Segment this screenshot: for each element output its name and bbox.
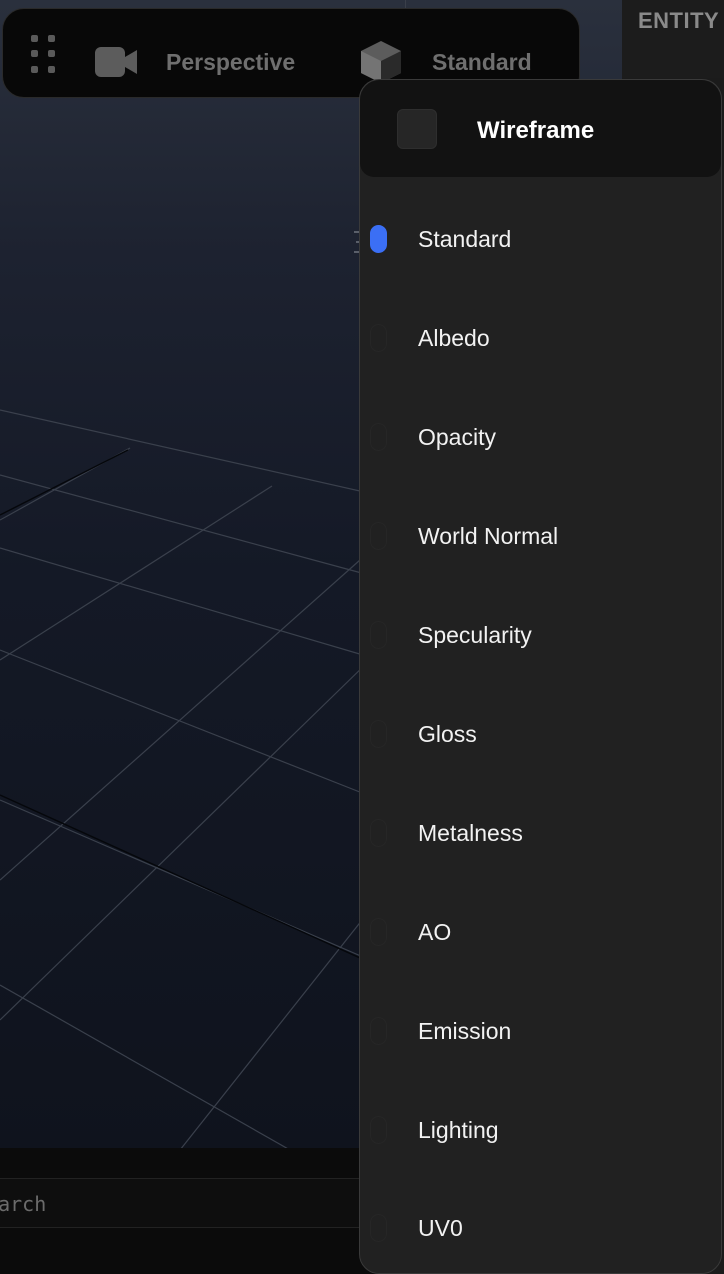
radio-icon[interactable] [370,522,387,550]
radio-icon[interactable] [370,423,387,451]
radio-icon[interactable] [370,1214,387,1242]
menu-item-label: Emission [418,1018,512,1044]
menu-item-albedo[interactable]: Albedo [360,289,721,388]
radio-icon[interactable] [370,1116,387,1144]
menu-item-label: Albedo [418,325,490,351]
menu-item-label: Specularity [418,622,532,648]
camera-icon[interactable] [95,47,137,77]
menu-item-lighting[interactable]: Lighting [360,1081,721,1180]
camera-dropdown-button[interactable]: Perspective [166,49,295,76]
menu-item-label: Lighting [418,1117,499,1143]
render-mode-dropdown-button[interactable]: Standard [432,49,532,76]
menu-item-label: Metalness [418,820,523,846]
radio-icon[interactable] [370,1017,387,1045]
menu-item-standard[interactable]: Standard [360,190,721,289]
menu-item-metalness[interactable]: Metalness [360,784,721,883]
wireframe-label: Wireframe [477,117,595,144]
radio-icon[interactable] [370,324,387,352]
wireframe-checkbox[interactable] [397,109,437,149]
menu-item-label: AO [418,919,452,945]
cube-icon[interactable] [361,41,401,83]
menu-item-opacity[interactable]: Opacity [360,388,721,487]
radio-icon[interactable] [370,918,387,946]
wireframe-toggle[interactable]: Wireframe [360,80,721,177]
menu-item-label: UV0 [418,1215,463,1241]
menu-item-ao[interactable]: AO [360,883,721,982]
menu-item-uv0[interactable]: UV0 [360,1176,721,1272]
radio-icon[interactable] [370,621,387,649]
entity-panel-header: ENTITY [622,0,724,78]
menu-item-specularity[interactable]: Specularity [360,586,721,685]
menu-item-gloss[interactable]: Gloss [360,685,721,784]
menu-item-world-normal[interactable]: World Normal [360,487,721,586]
menu-item-label: World Normal [418,523,559,549]
menu-item-label: Opacity [418,424,496,450]
radio-icon[interactable] [370,720,387,748]
entity-panel-title: ENTITY [638,8,720,33]
menu-item-label: Standard [418,226,512,252]
menu-item-label: Gloss [418,721,477,747]
render-mode-menu: Wireframe Standard Albedo Opacity World … [359,79,722,1274]
radio-selected-icon[interactable] [370,225,387,253]
menu-item-emission[interactable]: Emission [360,982,721,1081]
radio-icon[interactable] [370,819,387,847]
drag-handle-icon[interactable] [31,35,55,75]
search-input[interactable] [0,1189,274,1219]
